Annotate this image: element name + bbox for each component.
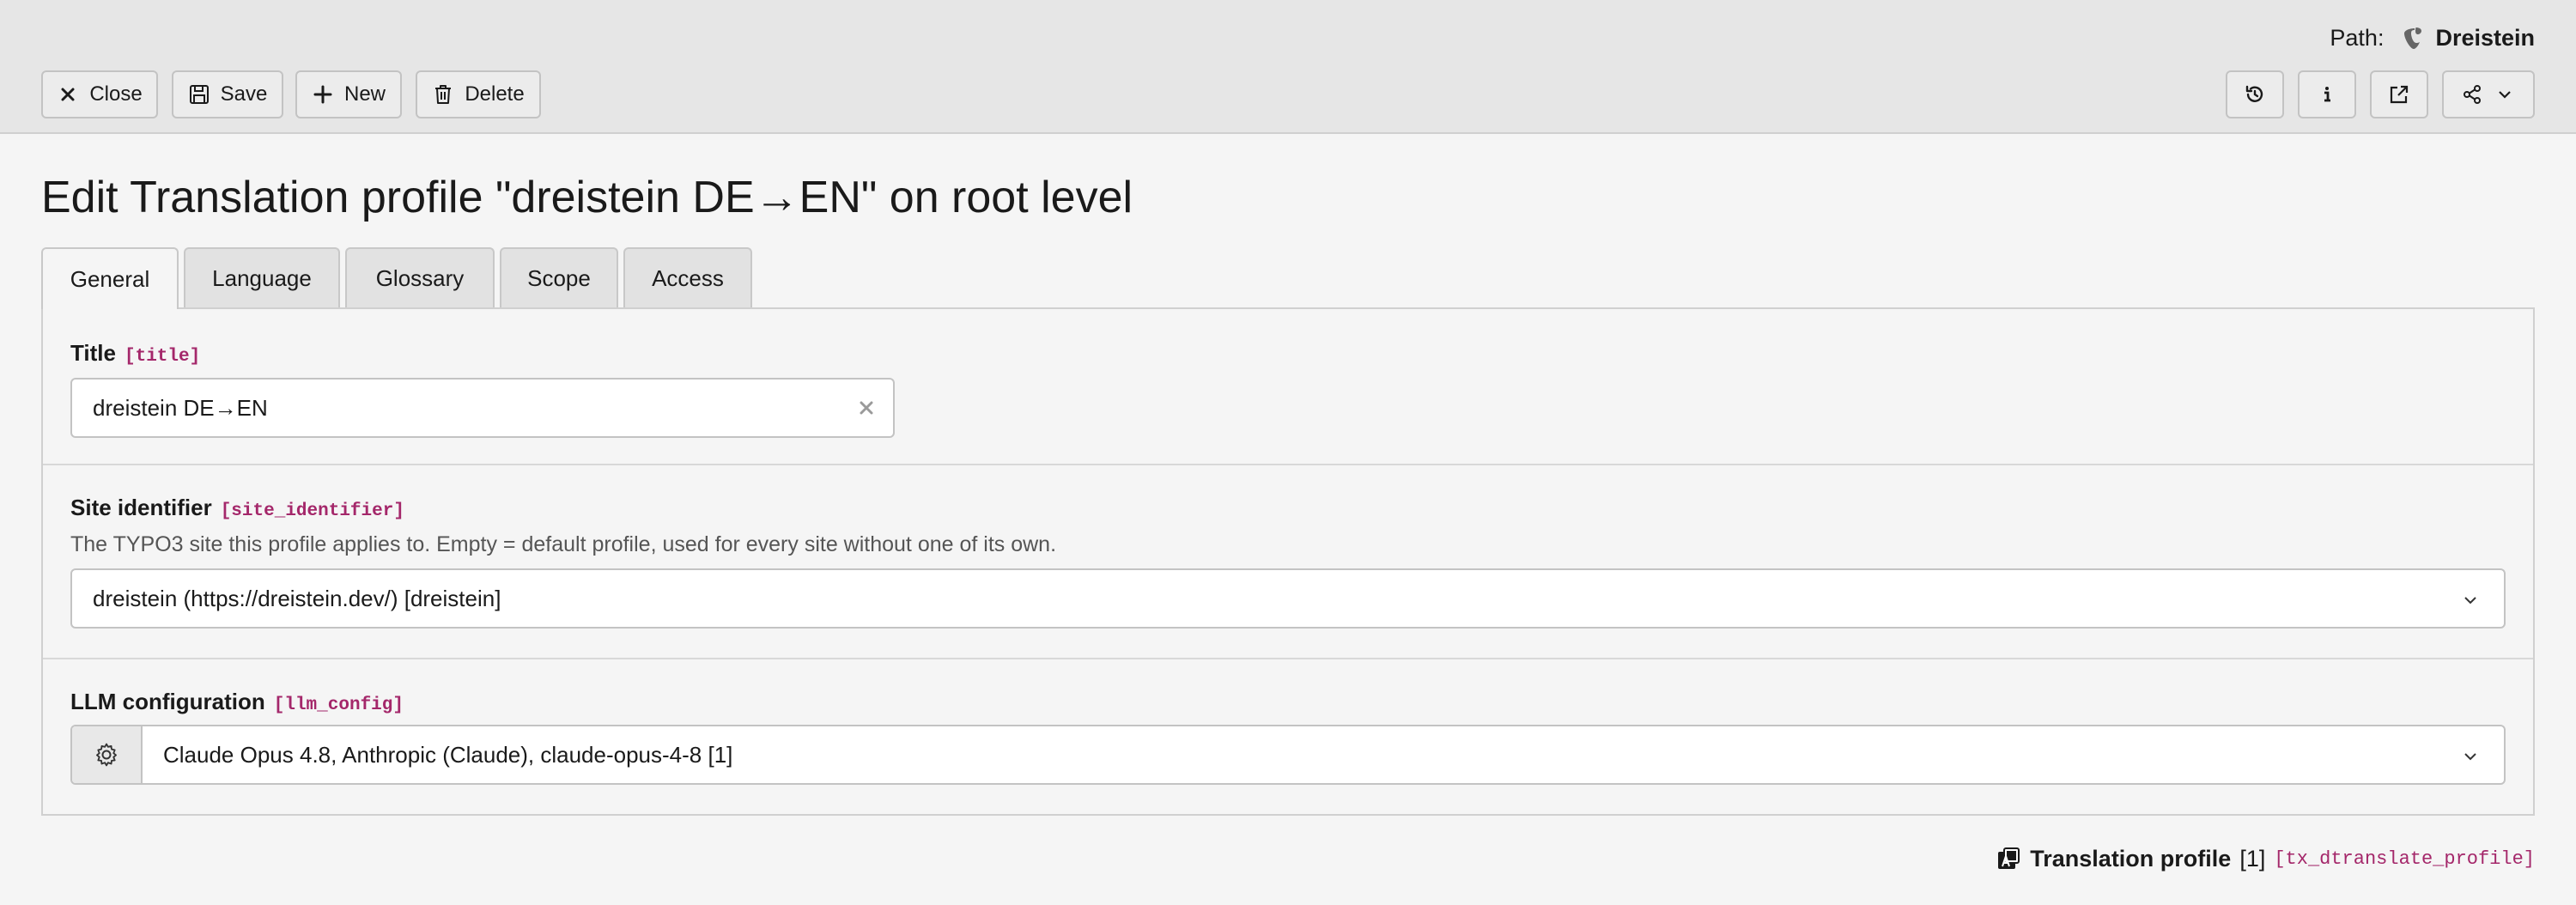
field-label-llm: LLM configuration [llm_config] [70, 689, 404, 715]
new-label: New [343, 82, 386, 106]
tab-general[interactable]: General [41, 247, 179, 309]
llm-config-select[interactable]: Claude Opus 4.8, Anthropic (Claude), cla… [70, 725, 2506, 785]
clear-icon[interactable] [857, 398, 876, 417]
view-button[interactable] [2370, 70, 2428, 118]
close-icon [61, 88, 75, 101]
record-uid: [1] [2239, 845, 2266, 872]
delete-label: Delete [465, 82, 525, 106]
field-label-site: Site identifier [site_identifier] [70, 495, 404, 521]
trash-icon [435, 85, 452, 104]
new-button[interactable]: New [295, 70, 402, 118]
save-label: Save [220, 82, 268, 106]
close-label: Close [89, 82, 143, 106]
site-identifier-select[interactable]: dreistein (https://dreistein.dev/) [drei… [70, 568, 2506, 629]
chevron-down-icon [2464, 753, 2476, 761]
tab-scope[interactable]: Scope [500, 247, 618, 307]
share-dropdown-button[interactable] [2442, 70, 2535, 118]
form-panel: Title [title] dreistein DE→EN Site ident… [41, 307, 2535, 816]
chevron-down-icon [2464, 597, 2476, 604]
doc-header: Path: Dreistein Close Save New Delete [0, 0, 2576, 134]
chevron-down-icon [2499, 91, 2511, 99]
field-llm-label: LLM configuration [70, 689, 265, 714]
field-site-description: The TYPO3 site this profile applies to. … [70, 532, 1057, 556]
field-site-section: Site identifier [site_identifier] The TY… [43, 465, 2533, 659]
info-button[interactable] [2298, 70, 2356, 118]
save-icon [189, 85, 209, 104]
title-input[interactable]: dreistein DE→EN [70, 378, 895, 438]
field-site-label: Site identifier [70, 495, 212, 520]
field-title-label: Title [70, 340, 116, 366]
history-button[interactable] [2226, 70, 2284, 118]
field-site-key: [site_identifier] [220, 501, 404, 521]
gear-icon [96, 743, 117, 767]
title-input-value: dreistein DE→EN [93, 394, 268, 421]
tab-bar: General Language Glossary Scope Access [41, 247, 757, 309]
site-select-value: dreistein (https://dreistein.dev/) [drei… [93, 585, 501, 611]
history-icon [2245, 85, 2263, 102]
info-icon [2324, 87, 2330, 102]
page-title: Edit Translation profile "dreistein DE→E… [41, 173, 1133, 222]
record-type-label: Translation profile [2030, 845, 2232, 872]
save-button[interactable]: Save [172, 70, 283, 118]
field-title-key: [title] [124, 347, 201, 367]
llm-config-settings-button[interactable] [72, 726, 143, 783]
external-view-icon [2390, 85, 2409, 104]
record-info: Translation profile [1] [tx_dtranslate_p… [1996, 843, 2535, 874]
path-label: Path: [2330, 24, 2385, 51]
path-value[interactable]: Dreistein [2435, 25, 2535, 52]
field-llm-section: LLM configuration [llm_config] Claude Op… [43, 659, 2533, 814]
breadcrumb: Path: Dreistein [2330, 22, 2535, 53]
field-label-title: Title [title] [70, 340, 200, 367]
llm-select-value: Claude Opus 4.8, Anthropic (Claude), cla… [163, 741, 733, 768]
field-title-section: Title [title] dreistein DE→EN [43, 309, 2533, 465]
record-table-name: [tx_dtranslate_profile] [2274, 847, 2535, 870]
share-icon [2464, 85, 2481, 104]
tab-access[interactable]: Access [623, 247, 752, 307]
record-type-icon [1998, 847, 2020, 869]
field-llm-key: [llm_config] [273, 695, 404, 715]
plus-icon [313, 85, 332, 104]
typo3-logo-icon [2404, 27, 2422, 49]
close-button[interactable]: Close [41, 70, 158, 118]
tab-glossary[interactable]: Glossary [345, 247, 495, 307]
delete-button[interactable]: Delete [416, 70, 541, 118]
tab-language[interactable]: Language [184, 247, 340, 307]
